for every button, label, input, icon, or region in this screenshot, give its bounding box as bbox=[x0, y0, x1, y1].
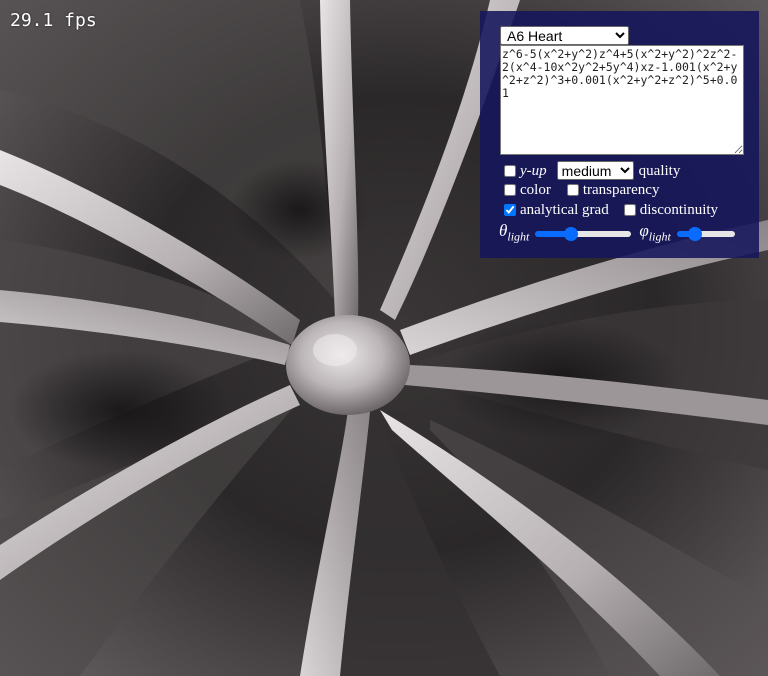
controls-panel: A6 Heart z^6-5(x^2+y^2)z^4+5(x^2+y^2)^2z… bbox=[480, 11, 759, 258]
phi-light-label: φlight bbox=[639, 221, 671, 244]
phi-light-slider[interactable] bbox=[676, 230, 735, 237]
y-up-checkbox[interactable] bbox=[504, 164, 516, 177]
discontinuity-label: discontinuity bbox=[639, 202, 719, 218]
row-yup-quality: y-up medium quality bbox=[500, 161, 680, 180]
y-up-label: y-up bbox=[520, 162, 547, 179]
analytical-grad-label: analytical grad bbox=[520, 202, 609, 218]
row-grad-discontinuity: analytical grad discontinuity bbox=[500, 201, 718, 219]
quality-label: quality bbox=[638, 162, 681, 179]
color-checkbox[interactable] bbox=[504, 184, 516, 196]
theta-light-slider[interactable] bbox=[535, 230, 632, 237]
discontinuity-checkbox[interactable] bbox=[623, 204, 636, 216]
preset-select[interactable]: A6 Heart bbox=[500, 26, 629, 45]
equation-textarea[interactable]: z^6-5(x^2+y^2)z^4+5(x^2+y^2)^2z^2-2(x^4-… bbox=[500, 45, 744, 155]
color-label: color bbox=[520, 182, 551, 198]
row-color-transparency: color transparency bbox=[500, 181, 659, 199]
theta-light-label: θlight bbox=[499, 221, 530, 244]
transparency-label: transparency bbox=[582, 182, 660, 198]
analytical-grad-checkbox[interactable] bbox=[504, 204, 516, 216]
fps-counter: 29.1 fps bbox=[10, 10, 97, 31]
transparency-checkbox[interactable] bbox=[566, 184, 579, 196]
quality-select[interactable]: medium bbox=[556, 161, 634, 180]
row-light-sliders: θlight φlight bbox=[499, 222, 735, 245]
